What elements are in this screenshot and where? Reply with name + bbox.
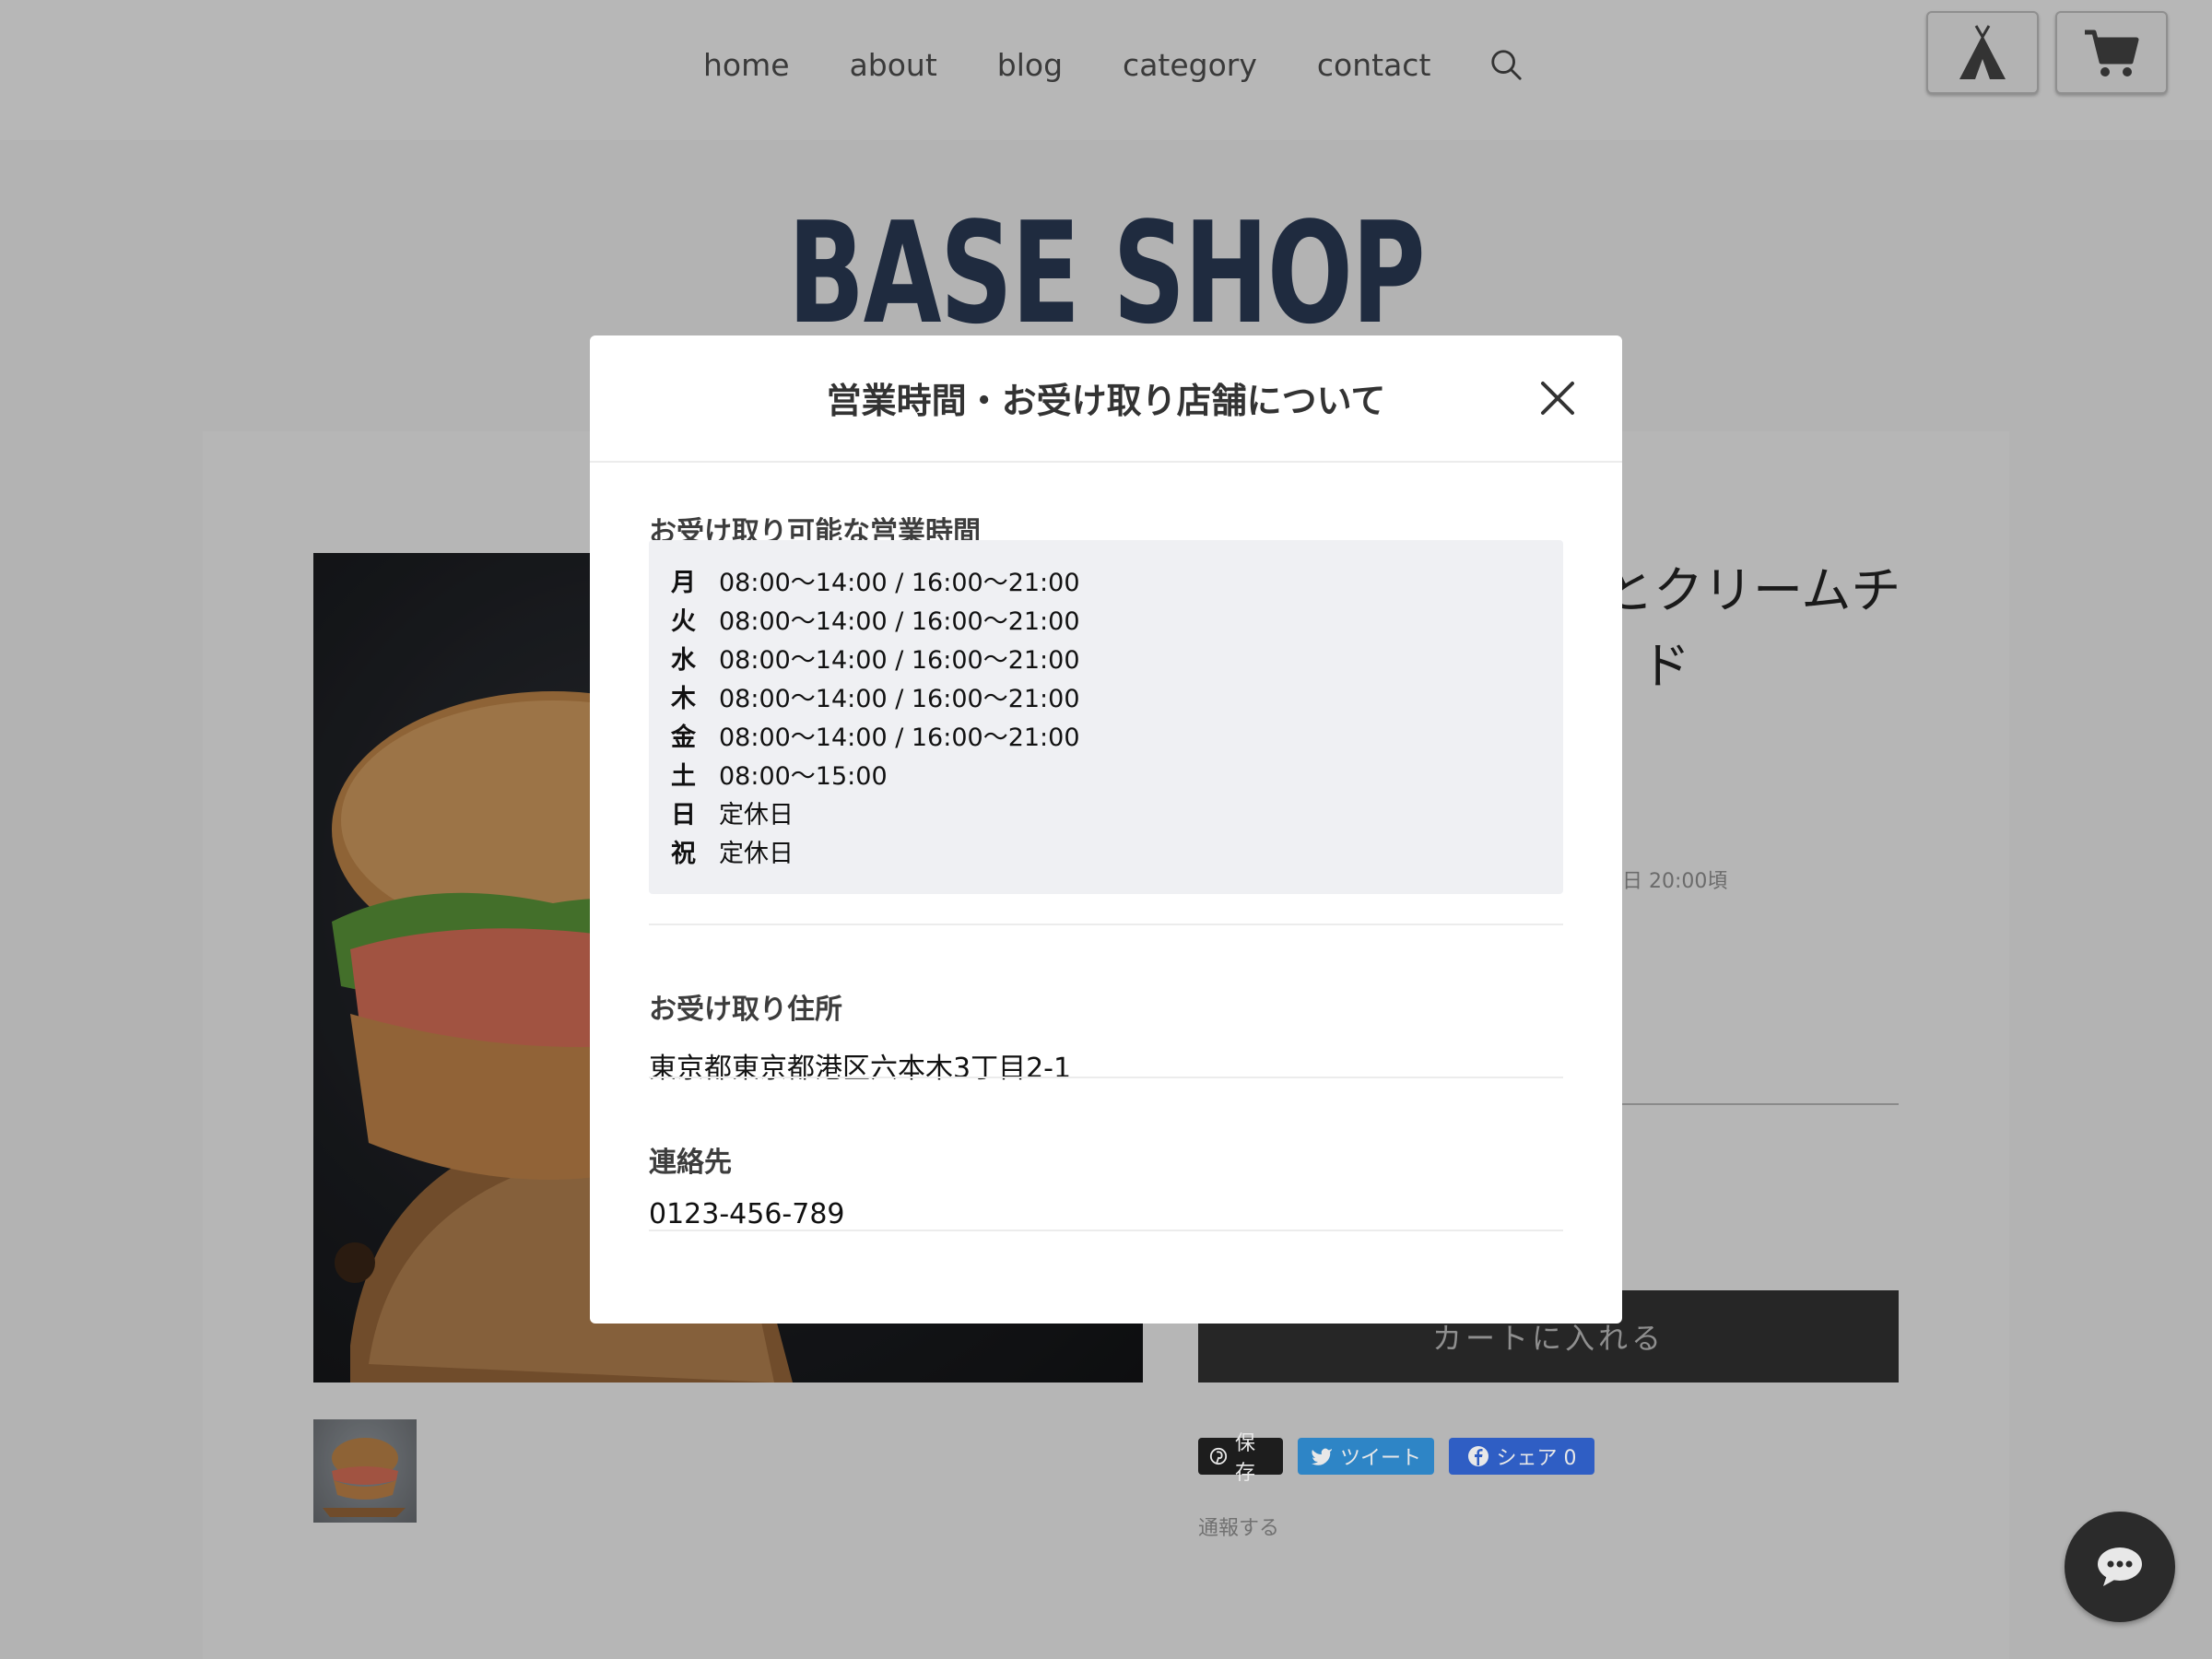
- hours-time: 08:00〜14:00 / 16:00〜21:00: [719, 684, 1080, 713]
- nav-category[interactable]: category: [1123, 47, 1257, 83]
- shop-logo[interactable]: BASE SHOP: [310, 192, 1902, 355]
- nav-contact[interactable]: contact: [1317, 47, 1431, 83]
- cart-icon: [2085, 29, 2139, 76]
- nav-home[interactable]: home: [703, 47, 790, 83]
- facebook-share-button[interactable]: シェア 0: [1449, 1438, 1594, 1475]
- thumbnail-illustration: [323, 1438, 406, 1517]
- base-tent-button[interactable]: [1926, 11, 2039, 94]
- hours-row-thu: 木 08:00〜14:00 / 16:00〜21:00: [671, 677, 1541, 715]
- section-divider: [649, 924, 1563, 925]
- hours-day: 水: [671, 645, 696, 675]
- hours-time: 08:00〜14:00 / 16:00〜21:00: [719, 606, 1080, 636]
- modal-header: 営業時間・お受け取り店舗について: [590, 335, 1622, 463]
- pinterest-save-button[interactable]: 保存: [1198, 1432, 1283, 1485]
- modal-title: 営業時間・お受け取り店舗について: [826, 381, 1386, 421]
- nav-blog[interactable]: blog: [997, 47, 1063, 83]
- hours-row-fri: 金 08:00〜14:00 / 16:00〜21:00: [671, 715, 1541, 754]
- address-heading: お受け取り住所: [649, 994, 842, 1026]
- hours-row-mon: 月 08:00〜14:00 / 16:00〜21:00: [671, 560, 1541, 599]
- hours-time: 08:00〜15:00: [719, 761, 888, 791]
- report-link[interactable]: 通報する: [1198, 1512, 1279, 1541]
- contact-heading: 連絡先: [649, 1147, 732, 1179]
- hours-time: 08:00〜14:00 / 16:00〜21:00: [719, 723, 1080, 752]
- hours-row-sun: 日 定休日: [671, 793, 1541, 831]
- close-icon[interactable]: [1535, 376, 1580, 420]
- hours-time: 定休日: [719, 800, 794, 830]
- hours-time: 定休日: [719, 839, 794, 868]
- product-title-line1: とクリームチ: [1604, 561, 1901, 619]
- hours-day: 月: [671, 568, 696, 597]
- tent-icon: [1959, 25, 2006, 79]
- pinterest-label: 保存: [1235, 1432, 1256, 1485]
- twitter-label: ツイート: [1339, 1447, 1421, 1470]
- hours-time: 08:00〜14:00 / 16:00〜21:00: [719, 568, 1080, 597]
- twitter-icon: [1311, 1448, 1332, 1465]
- hours-row-wed: 水 08:00〜14:00 / 16:00〜21:00: [671, 638, 1541, 677]
- hours-day: 土: [671, 761, 696, 791]
- contact-phone: 0123-456-789: [649, 1198, 845, 1230]
- hours-day: 日: [671, 800, 696, 830]
- product-title-line2: ド: [1641, 637, 1690, 695]
- cart-header-button[interactable]: [2055, 11, 2168, 94]
- pinterest-icon: [1209, 1447, 1228, 1465]
- chat-button[interactable]: [2065, 1512, 2175, 1622]
- hours-time: 08:00〜14:00 / 16:00〜21:00: [719, 645, 1080, 675]
- facebook-label: シェア 0: [1496, 1447, 1577, 1470]
- hours-row-sat: 土 08:00〜15:00: [671, 754, 1541, 793]
- hours-row-holiday: 祝 定休日: [671, 831, 1541, 870]
- site-header: home about blog category contact: [0, 0, 2212, 140]
- twitter-tweet-button[interactable]: ツイート: [1298, 1438, 1434, 1475]
- hours-day: 火: [671, 606, 696, 636]
- chat-bubble-icon: [2098, 1547, 2142, 1586]
- section-divider: [649, 1230, 1563, 1231]
- nav-about[interactable]: about: [850, 47, 937, 83]
- search-icon[interactable]: [1488, 47, 1524, 82]
- product-title: とクリームチ ド: [1604, 553, 1900, 704]
- hours-day: 木: [671, 684, 696, 713]
- business-hours-modal: 営業時間・お受け取り店舗について お受け取り可能な営業時間 月 08:00〜14…: [590, 335, 1622, 1324]
- section-divider: [649, 1077, 1563, 1078]
- hours-row-tue: 火 08:00〜14:00 / 16:00〜21:00: [671, 599, 1541, 638]
- hours-day: 祝: [671, 839, 696, 868]
- product-thumbnail[interactable]: [313, 1419, 417, 1523]
- pickup-address: 東京都東京都港区六本木3丁目2-1: [649, 1053, 1072, 1085]
- share-buttons: 保存 ツイート シェア 0: [1198, 1432, 1594, 1485]
- hours-table: 月 08:00〜14:00 / 16:00〜21:00 火 08:00〜14:0…: [649, 540, 1563, 894]
- delivery-date-text: 日 20:00頃: [1622, 870, 1728, 893]
- facebook-icon: [1467, 1446, 1488, 1466]
- hours-day: 金: [671, 723, 696, 752]
- main-nav: home about blog category contact: [703, 44, 1524, 85]
